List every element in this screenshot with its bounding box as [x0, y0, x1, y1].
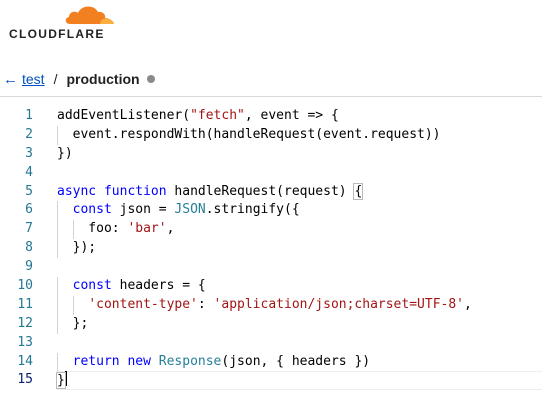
- code-token: async: [57, 183, 97, 199]
- code-text: foo: 'bar',: [57, 220, 174, 239]
- code-text: async function handleRequest(request) {: [57, 182, 364, 202]
- line-number: 3: [25, 145, 33, 161]
- line-number: 12: [17, 315, 33, 331]
- code-token: Response: [158, 353, 222, 369]
- breadcrumb-environment: production: [66, 71, 140, 87]
- code-token: };: [57, 315, 89, 331]
- line-number: 6: [25, 202, 33, 218]
- code-text: event.respondWith(handleRequest(event.re…: [57, 126, 441, 145]
- line-number: 15: [17, 372, 33, 388]
- code-token: });: [57, 240, 97, 256]
- brand-name: CLOUDFLARE: [9, 27, 105, 41]
- code-editor[interactable]: 1 addEventListener("fetch", event => {2 e…: [0, 107, 542, 391]
- code-text: addEventListener("fetch", event => {: [57, 107, 339, 126]
- code-token: (json, { headers }): [221, 353, 371, 369]
- code-token: foo:: [57, 221, 128, 237]
- line-number: 10: [17, 278, 33, 294]
- code-text: }: [56, 371, 67, 391]
- code-line[interactable]: 12 };: [0, 314, 542, 334]
- code-token: handleRequest(request): [166, 183, 355, 199]
- cloud-icon: [65, 6, 114, 24]
- code-token: JSON: [174, 202, 206, 218]
- breadcrumb-project-link[interactable]: test: [22, 71, 45, 87]
- code-token: 'content-type': [88, 296, 198, 312]
- code-line[interactable]: 5 async function handleRequest(request) {: [0, 182, 542, 202]
- line-number: 14: [17, 353, 33, 369]
- code-line[interactable]: 15}: [0, 371, 542, 391]
- code-line[interactable]: 14 return new Response(json, { headers }…: [0, 352, 542, 372]
- line-number: 2: [25, 126, 33, 142]
- code-line[interactable]: 2 event.respondWith(handleRequest(event.…: [0, 125, 542, 145]
- code-line[interactable]: 4: [0, 164, 542, 183]
- line-number: 13: [17, 334, 33, 350]
- code-token: const: [72, 202, 112, 218]
- line-number: 5: [25, 183, 33, 199]
- code-token: }: [56, 372, 66, 390]
- code-token: ,: [166, 221, 175, 237]
- status-dot-icon: [146, 75, 155, 83]
- code-line[interactable]: 6 const json = JSON.stringify({: [0, 201, 542, 221]
- code-token: event.respondWith(handleRequest(event.re…: [57, 126, 441, 142]
- code-token: 'bar': [127, 221, 167, 237]
- code-token: json =: [111, 202, 175, 218]
- code-line[interactable]: 1 addEventListener("fetch", event => {: [0, 107, 542, 126]
- line-number: 1: [25, 108, 33, 123]
- line-number: 9: [25, 259, 33, 275]
- back-arrow-icon[interactable]: ←: [3, 71, 18, 88]
- breadcrumb: ← test / production: [0, 68, 155, 90]
- code-token: headers = {: [111, 278, 206, 294]
- code-text: }): [57, 145, 73, 164]
- code-token: :: [197, 296, 214, 312]
- current-line-highlight: [57, 371, 542, 391]
- code-token: return: [72, 353, 120, 369]
- code-text: 'content-type': 'application/json;charse…: [57, 296, 472, 315]
- code-token: function: [103, 183, 167, 199]
- code-text: };: [57, 315, 89, 334]
- header-divider: [0, 96, 542, 97]
- code-token: {: [353, 182, 364, 200]
- code-text: const json = JSON.stringify({: [57, 201, 300, 220]
- code-token: "fetch": [190, 108, 245, 123]
- code-text: return new Response(json, { headers }): [57, 353, 370, 372]
- text-cursor: [64, 371, 67, 387]
- code-line[interactable]: 10 const headers = {: [0, 277, 542, 296]
- line-number: 4: [25, 164, 33, 180]
- code-token: const: [72, 278, 112, 294]
- code-token: , event => {: [244, 108, 339, 123]
- code-text: const headers = {: [57, 277, 206, 296]
- code-token: addEventListener(: [57, 108, 191, 123]
- code-token: 'application/json;charset=UTF-8': [213, 296, 464, 312]
- code-line[interactable]: 11 'content-type': 'application/json;cha…: [0, 295, 542, 315]
- cloudflare-logo: CLOUDFLARE: [9, 3, 119, 43]
- code-line[interactable]: 7 foo: 'bar',: [0, 220, 542, 240]
- code-token: .stringify({: [205, 202, 300, 218]
- code-token: ,: [464, 296, 472, 312]
- code-token: new: [127, 353, 151, 369]
- code-token: }): [57, 145, 73, 161]
- line-number: 11: [17, 296, 33, 312]
- line-number: 7: [25, 221, 33, 237]
- code-line[interactable]: 9: [0, 258, 542, 277]
- breadcrumb-separator: /: [53, 71, 58, 87]
- code-text: });: [57, 239, 97, 258]
- code-line[interactable]: 13: [0, 334, 542, 353]
- code-line[interactable]: 3}): [0, 145, 542, 164]
- line-number: 8: [25, 240, 33, 256]
- code-line[interactable]: 8 });: [0, 239, 542, 259]
